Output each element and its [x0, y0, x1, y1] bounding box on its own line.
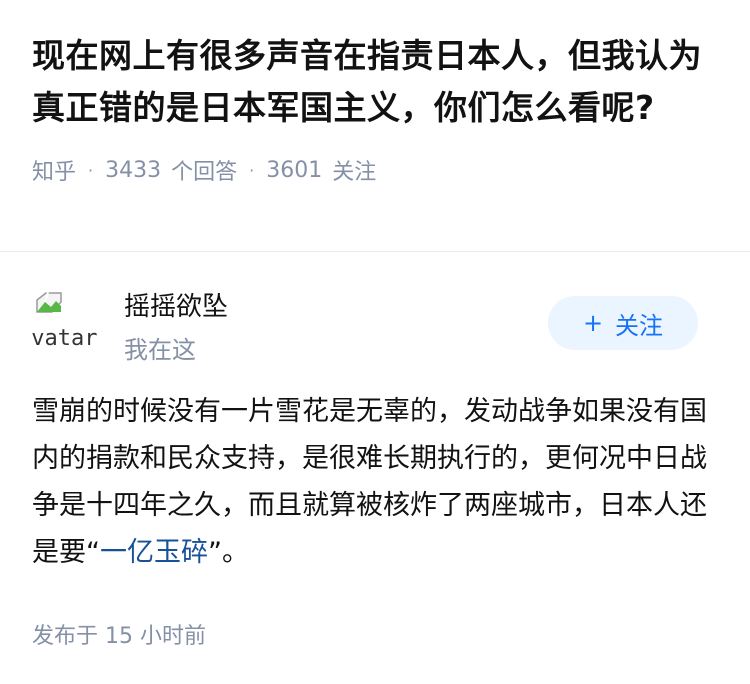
question-header: 现在网上有很多声音在指责日本人，但我认为真正错的是日本军国主义，你们怎么看呢? … [0, 0, 750, 186]
meta-separator: · [249, 160, 255, 180]
answer-content[interactable]: 雪崩的时候没有一片雪花是无辜的，发动战争如果没有国内的捐款和民众支持，是很难长期… [32, 388, 718, 576]
publish-timestamp: 15 小时前 [105, 624, 207, 649]
author-bio: 我在这 [124, 336, 196, 364]
question-meta: 知乎 · 3433 个回答 · 3601 关注 [32, 154, 716, 186]
broken-image-icon [36, 291, 62, 313]
author-name[interactable]: 摇摇欲坠 [124, 286, 228, 323]
answer-count: 3433 [105, 157, 162, 183]
answer-text-end: ”。 [208, 537, 249, 568]
answer-card: avatar 摇摇欲坠 我在这 + 关注 雪崩的时候没有一片雪花是无辜的，发动战… [0, 252, 750, 649]
follow-button-label: 关注 [615, 311, 664, 340]
meta-separator: · [88, 160, 94, 180]
publish-prefix: 发布于 [32, 624, 99, 649]
publish-time: 发布于 15 小时前 [32, 618, 206, 650]
source-label[interactable]: 知乎 [32, 154, 76, 186]
author-row: avatar 摇摇欲坠 我在这 + 关注 [0, 252, 750, 372]
follow-button[interactable]: + 关注 [548, 296, 698, 350]
content-link[interactable]: 一亿玉碎 [100, 537, 208, 568]
avatar-alt-text: avatar [32, 326, 98, 351]
avatar[interactable]: avatar [32, 288, 100, 356]
answer-count-label[interactable]: 个回答 [171, 154, 237, 186]
plus-icon: + [582, 309, 604, 337]
question-title[interactable]: 现在网上有很多声音在指责日本人，但我认为真正错的是日本军国主义，你们怎么看呢? [32, 30, 716, 134]
follower-count-label: 关注 [332, 160, 377, 185]
follower-count: 3601 [266, 157, 323, 183]
